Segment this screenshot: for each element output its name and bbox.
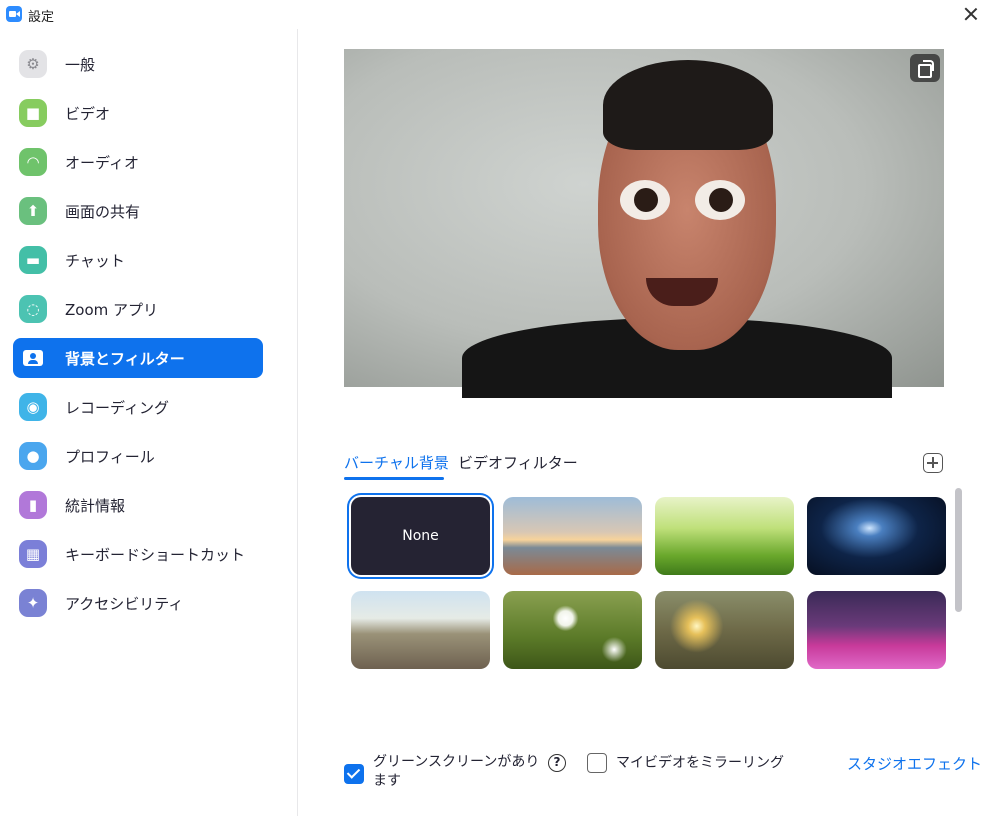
tab-video-filters[interactable]: ビデオフィルター	[458, 452, 578, 473]
background-thumbnail-sunset-sea[interactable]	[655, 591, 794, 669]
zoom-video-icon	[6, 6, 22, 22]
statistics-icon: ▮	[19, 491, 47, 519]
add-background-icon[interactable]	[923, 453, 943, 473]
sidebar-item-label: アクセシビリティ	[65, 595, 184, 613]
background-thumbnail-grass[interactable]	[655, 497, 794, 575]
avatar-hair	[603, 60, 773, 150]
avatar-eye-right	[695, 180, 745, 220]
background-thumbnail-farmhouse[interactable]	[351, 591, 490, 669]
help-icon[interactable]: ?	[548, 754, 566, 772]
sidebar-item-label: キーボードショートカット	[65, 546, 246, 564]
mirror-video-label: マイビデオをミラーリング	[616, 755, 784, 771]
settings-sidebar: ⚙ 一般 ■ ビデオ ◠ オーディオ ⬆ 画面の共有 ▬ チャット ◌ Zoom…	[0, 29, 298, 816]
headphones-icon: ◠	[19, 148, 47, 176]
sidebar-item-general[interactable]: ⚙ 一般	[13, 44, 263, 84]
thumbnail-scrollbar[interactable]	[955, 488, 962, 612]
window-title: 設定	[28, 10, 55, 25]
record-icon: ◉	[19, 393, 47, 421]
sidebar-item-label: ビデオ	[65, 105, 111, 123]
sidebar-item-audio[interactable]: ◠ オーディオ	[13, 142, 263, 182]
sidebar-item-label: 背景とフィルター	[65, 350, 185, 368]
sidebar-item-chat[interactable]: ▬ チャット	[13, 240, 263, 280]
background-thumbnail-white-flowers[interactable]	[503, 591, 642, 669]
green-screen-label: グリーンスクリーンがあります	[373, 754, 540, 789]
sidebar-item-background-filters[interactable]: 背景とフィルター	[13, 338, 263, 378]
sidebar-item-statistics[interactable]: ▮ 統計情報	[13, 485, 263, 525]
background-thumbnail-studio-set[interactable]	[807, 591, 946, 669]
sidebar-item-label: プロフィール	[65, 448, 155, 466]
active-tab-indicator	[344, 477, 444, 480]
studio-effects-link[interactable]: スタジオエフェクト	[847, 753, 982, 774]
sidebar-item-label: Zoom アプリ	[65, 301, 159, 319]
green-screen-checkbox[interactable]	[344, 764, 364, 784]
video-camera-icon: ■	[19, 99, 47, 127]
sidebar-item-recording[interactable]: ◉ レコーディング	[13, 387, 263, 427]
sidebar-item-accessibility[interactable]: ✦ アクセシビリティ	[13, 583, 263, 623]
gear-icon: ⚙	[19, 50, 47, 78]
accessibility-icon: ✦	[19, 589, 47, 617]
sidebar-item-profile[interactable]: ● プロフィール	[13, 436, 263, 476]
background-thumbnail-none[interactable]: None	[351, 497, 490, 575]
sidebar-item-label: オーディオ	[65, 154, 139, 172]
sidebar-item-label: レコーディング	[65, 399, 169, 417]
title-bar: 設定	[0, 0, 989, 29]
sidebar-item-label: 画面の共有	[65, 203, 141, 221]
sidebar-item-share-screen[interactable]: ⬆ 画面の共有	[13, 191, 263, 231]
thumbnail-label: None	[402, 528, 439, 544]
avatar-eye-left	[620, 180, 670, 220]
background-thumbnail-earth-from-space[interactable]	[807, 497, 946, 575]
mirror-video-checkbox[interactable]	[587, 753, 607, 773]
tab-virtual-background[interactable]: バーチャル背景	[344, 452, 449, 473]
sidebar-item-keyboard-shortcuts[interactable]: ▦ キーボードショートカット	[13, 534, 263, 574]
rotate-video-icon[interactable]	[910, 54, 940, 82]
sidebar-item-label: 統計情報	[65, 497, 126, 515]
background-filter-icon	[19, 344, 47, 372]
sidebar-item-label: チャット	[65, 252, 125, 270]
close-icon[interactable]	[961, 4, 981, 24]
share-screen-icon: ⬆	[19, 197, 47, 225]
zoom-apps-icon: ◌	[19, 295, 47, 323]
chat-bubble-icon: ▬	[19, 246, 47, 274]
background-thumbnail-golden-gate-bridge[interactable]	[503, 497, 642, 575]
profile-icon: ●	[19, 442, 47, 470]
sidebar-item-label: 一般	[65, 56, 96, 74]
keyboard-icon: ▦	[19, 540, 47, 568]
sidebar-item-video[interactable]: ■ ビデオ	[13, 93, 263, 133]
sidebar-item-zoom-apps[interactable]: ◌ Zoom アプリ	[13, 289, 263, 329]
